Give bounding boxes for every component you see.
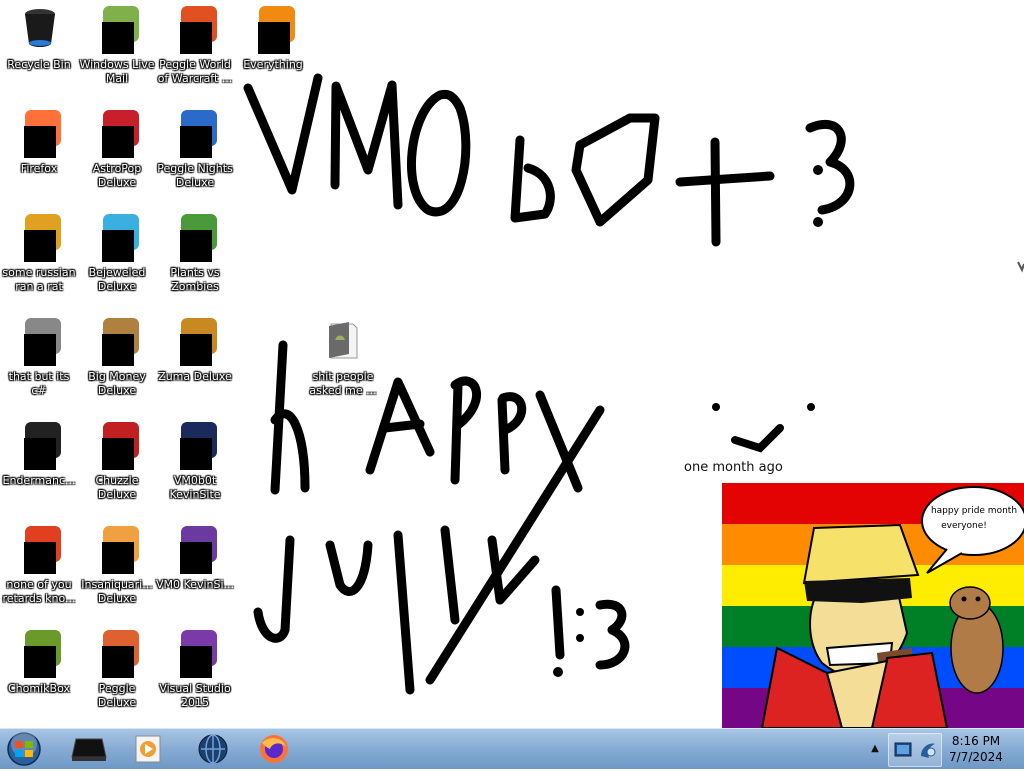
desktop-icon-label: shit people asked me ...	[309, 370, 377, 397]
network-icon[interactable]	[915, 734, 941, 766]
icon-redaction-box	[24, 126, 56, 158]
desktop-icon-label: some russian ran a rat	[2, 266, 76, 293]
icon-redaction-box	[180, 230, 212, 262]
desktop-icon-label: Peggle Deluxe	[97, 682, 137, 709]
system-tray: ▲ 8:16 PM 7/7/2024	[864, 729, 1024, 769]
icon-redaction-box	[180, 126, 212, 158]
desktop-icon-label: VM0b0t KevinSite	[169, 474, 221, 501]
icon-redaction-box	[102, 334, 134, 366]
taskbar-firefox-icon	[260, 735, 288, 763]
desktop-icon[interactable]: VM0 KevinSi...	[156, 520, 234, 620]
icon-redaction-box	[180, 22, 212, 54]
gadget-label: one month ago	[684, 460, 783, 475]
desktop-icon[interactable]: Plants vs Zombies	[156, 208, 234, 308]
desktop-icon-label: AstroPop Deluxe	[92, 162, 142, 189]
desktop-icon-label: VM0 KevinSi...	[156, 578, 235, 591]
desktop-icon-label: Chuzzle Deluxe	[95, 474, 139, 501]
icon-redaction-box	[24, 646, 56, 678]
taskbar-button-firefox[interactable]	[246, 731, 302, 767]
desktop-icon-label: Peggle Nights Deluxe	[157, 162, 233, 189]
desktop-icon[interactable]: some russian ran a rat	[0, 208, 78, 308]
clock-time: 8:16 PM	[951, 734, 1001, 748]
desktop-icon[interactable]: Peggle World of Warcraft ...	[156, 0, 234, 100]
icon-redaction-box	[102, 126, 134, 158]
icon-redaction-box	[180, 646, 212, 678]
desktop-icon[interactable]: Peggle Deluxe	[78, 624, 156, 724]
recycle-bin-icon	[19, 6, 61, 48]
desktop-icon[interactable]: Insaniquari... Deluxe	[78, 520, 156, 620]
desktop-icon[interactable]: ChomikBox	[0, 624, 78, 724]
desktop-icon[interactable]: Chuzzle Deluxe	[78, 416, 156, 516]
clock-date: 7/7/2024	[949, 750, 1003, 764]
icon-redaction-box	[102, 22, 134, 54]
desktop-icon-label: Insaniquari... Deluxe	[81, 578, 153, 605]
icon-redaction-box	[258, 22, 290, 54]
desktop-icon[interactable]: Recycle Bin	[0, 0, 78, 100]
desktop-icon-label: Firefox	[20, 162, 58, 175]
desktop-icon[interactable]: Firefox	[0, 104, 78, 204]
desktop-icon[interactable]: that but its c#	[0, 312, 78, 412]
speech-text-line-2: everyone!	[941, 521, 987, 531]
desktop-icon[interactable]: Everything	[234, 0, 312, 100]
desktop-icon[interactable]: Windows Live Mail	[78, 0, 156, 100]
desktop-icon[interactable]: VM0b0t KevinSite	[156, 416, 234, 516]
taskbar: ▲ 8:16 PM 7/7/2024	[0, 728, 1024, 769]
desktop-icon-label: Bejeweled Deluxe	[88, 266, 146, 293]
desktop-icon[interactable]: AstroPop Deluxe	[78, 104, 156, 204]
desktop-icon-label: ChomikBox	[8, 682, 70, 695]
desktop-icon-label: Visual Studio 2015	[159, 682, 231, 709]
icon-redaction-box	[102, 438, 134, 470]
taskbar-button-black-app[interactable]	[62, 731, 118, 767]
desktop-icon[interactable]: none of you retards kno...	[0, 520, 78, 620]
icon-redaction-box	[24, 334, 56, 366]
taskbar-button-globe-app[interactable]	[185, 731, 241, 767]
start-button[interactable]	[4, 731, 44, 766]
desktop-icon[interactable]: shit people asked me ...	[304, 312, 382, 412]
system-clock[interactable]: 8:16 PM 7/7/2024	[942, 733, 1010, 767]
desktop-icon[interactable]: Zuma Deluxe	[156, 312, 234, 412]
desktop-icon-label: Peggle World of Warcraft ...	[157, 58, 233, 85]
shit-people-asked-me-folder-icon	[323, 318, 365, 360]
desktop-icon-label: Zuma Deluxe	[158, 370, 232, 383]
speech-text-line-1: happy pride month	[931, 506, 1017, 516]
icon-redaction-box	[24, 230, 56, 262]
desktop-icon[interactable]: Big Money Deluxe	[78, 312, 156, 412]
icon-redaction-box	[102, 230, 134, 262]
icon-redaction-box	[24, 438, 56, 470]
desktop-icon-label: that but its c#	[8, 370, 70, 397]
tray-icon-area	[888, 733, 942, 767]
desktop-icon-label: none of you retards kno...	[2, 578, 76, 605]
desktop-icon-label: Everything	[243, 58, 303, 71]
icon-redaction-box	[24, 542, 56, 574]
desktop-icon-label: Recycle Bin	[7, 58, 71, 71]
icon-redaction-box	[180, 438, 212, 470]
taskbar-media-player-icon	[135, 735, 161, 763]
windows-start-orb-icon	[7, 731, 41, 766]
desktop-icon[interactable]: Visual Studio 2015	[156, 624, 234, 724]
desktop-icon-label: Plants vs Zombies	[170, 266, 220, 293]
desktop-icon[interactable]: Endermanc...	[0, 416, 78, 516]
icon-redaction-box	[180, 334, 212, 366]
icon-redaction-box	[102, 542, 134, 574]
pride-month-image[interactable]: happy pride month everyone!	[722, 483, 1024, 728]
taskbar-button-media-player[interactable]	[120, 731, 176, 767]
desktop-icon[interactable]: Bejeweled Deluxe	[78, 208, 156, 308]
desktop-icon-label: Big Money Deluxe	[88, 370, 146, 397]
desktop-icon-label: Windows Live Mail	[79, 58, 155, 85]
show-hidden-icons-button[interactable]: ▲	[864, 729, 886, 769]
icon-redaction-box	[102, 646, 134, 678]
taskbar-globe-app-icon	[198, 734, 228, 764]
desktop-icon-label: Endermanc...	[2, 474, 76, 487]
icon-redaction-box	[180, 542, 212, 574]
desktop-icon[interactable]: Peggle Nights Deluxe	[156, 104, 234, 204]
taskbar-black-app-icon	[71, 738, 107, 761]
